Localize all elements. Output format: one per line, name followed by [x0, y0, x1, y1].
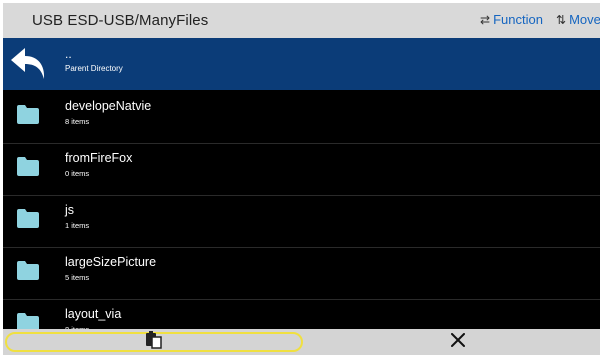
close-icon — [451, 332, 465, 352]
folder-list: developeNatvie 8 items fromFireFox 0 ite… — [3, 92, 600, 352]
folder-item-count: 8 items — [65, 117, 90, 126]
folder-icon — [17, 209, 39, 233]
file-browser-window: USB ESD-USB/ManyFiles ⇄ Function ⇅ Move … — [3, 3, 600, 355]
up-down-arrows-icon: ⇅ — [556, 12, 567, 27]
folder-item-count: 1 items — [65, 221, 90, 230]
folder-item-count: 5 items — [65, 273, 90, 282]
paste-button[interactable] — [5, 330, 303, 354]
folder-icon — [17, 261, 39, 285]
list-item[interactable]: largeSizePicture 5 items — [3, 248, 600, 300]
function-label: Function — [493, 12, 543, 27]
list-item[interactable]: developeNatvie 8 items — [3, 92, 600, 144]
folder-name: fromFireFox — [65, 151, 133, 165]
page-title: USB ESD-USB/ManyFiles — [32, 12, 209, 29]
move-button[interactable]: ⇅ Move — [556, 12, 600, 27]
folder-item-count: 0 items — [65, 169, 90, 178]
parent-directory-name: .. — [65, 47, 72, 61]
title-bar: USB ESD-USB/ManyFiles ⇄ Function ⇅ Move — [3, 3, 600, 38]
bottom-action-bar — [3, 329, 600, 355]
parent-directory-row[interactable]: .. Parent Directory — [3, 38, 600, 90]
paste-icon — [145, 330, 163, 354]
folder-name: largeSizePicture — [65, 255, 157, 269]
folder-name: developeNatvie — [65, 99, 152, 113]
swap-arrows-icon: ⇄ — [480, 12, 491, 27]
folder-icon — [17, 157, 39, 181]
function-button[interactable]: ⇄ Function — [480, 12, 543, 27]
close-button[interactable] — [444, 330, 472, 354]
list-item[interactable]: fromFireFox 0 items — [3, 144, 600, 196]
folder-icon — [17, 105, 39, 129]
parent-directory-label: Parent Directory — [65, 64, 123, 73]
list-item[interactable]: js 1 items — [3, 196, 600, 248]
folder-name: js — [65, 203, 75, 217]
move-label: Move — [569, 12, 600, 27]
folder-name: layout_via — [65, 307, 122, 321]
back-arrow-icon — [9, 47, 49, 86]
